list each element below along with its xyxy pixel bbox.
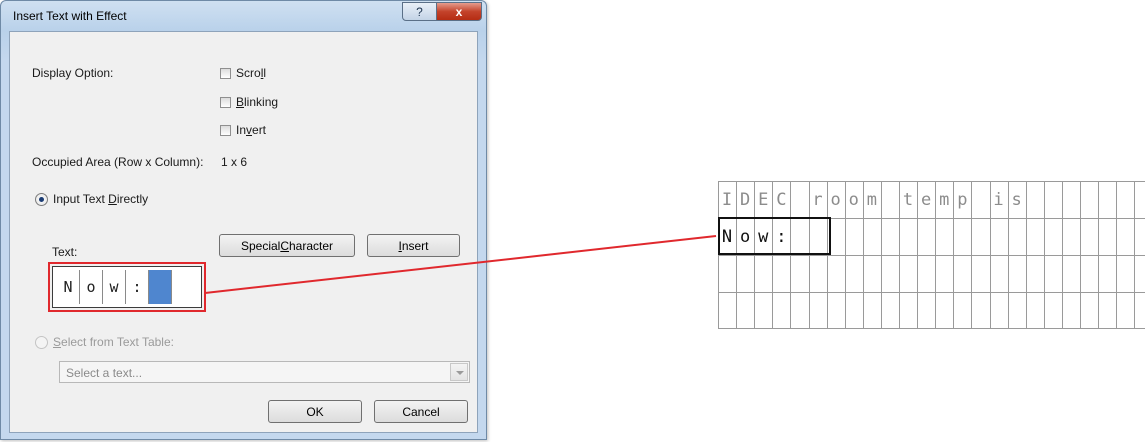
lcd-grid-line bbox=[718, 255, 1145, 256]
lcd-character: E bbox=[758, 189, 769, 210]
lcd-character: i bbox=[993, 189, 1004, 210]
lcd-character: I bbox=[721, 189, 733, 210]
lcd-character: o bbox=[848, 189, 859, 210]
lcd-character: t bbox=[902, 189, 914, 210]
lcd-grid-line bbox=[718, 292, 1145, 293]
lcd-character: m bbox=[939, 189, 950, 210]
lcd-character: D bbox=[740, 189, 751, 210]
lcd-highlight-box bbox=[718, 217, 831, 255]
lcd-character: o bbox=[830, 189, 841, 210]
lcd-character: e bbox=[921, 189, 932, 210]
lcd-preview-grid: IDECroomtempisNow: bbox=[718, 181, 1145, 329]
lcd-character: C bbox=[776, 189, 787, 210]
lcd-character: r bbox=[812, 189, 823, 210]
lcd-character: s bbox=[1011, 189, 1022, 210]
lcd-grid-line bbox=[718, 328, 1145, 329]
lcd-character: p bbox=[957, 189, 968, 210]
lcd-character: m bbox=[866, 189, 877, 210]
